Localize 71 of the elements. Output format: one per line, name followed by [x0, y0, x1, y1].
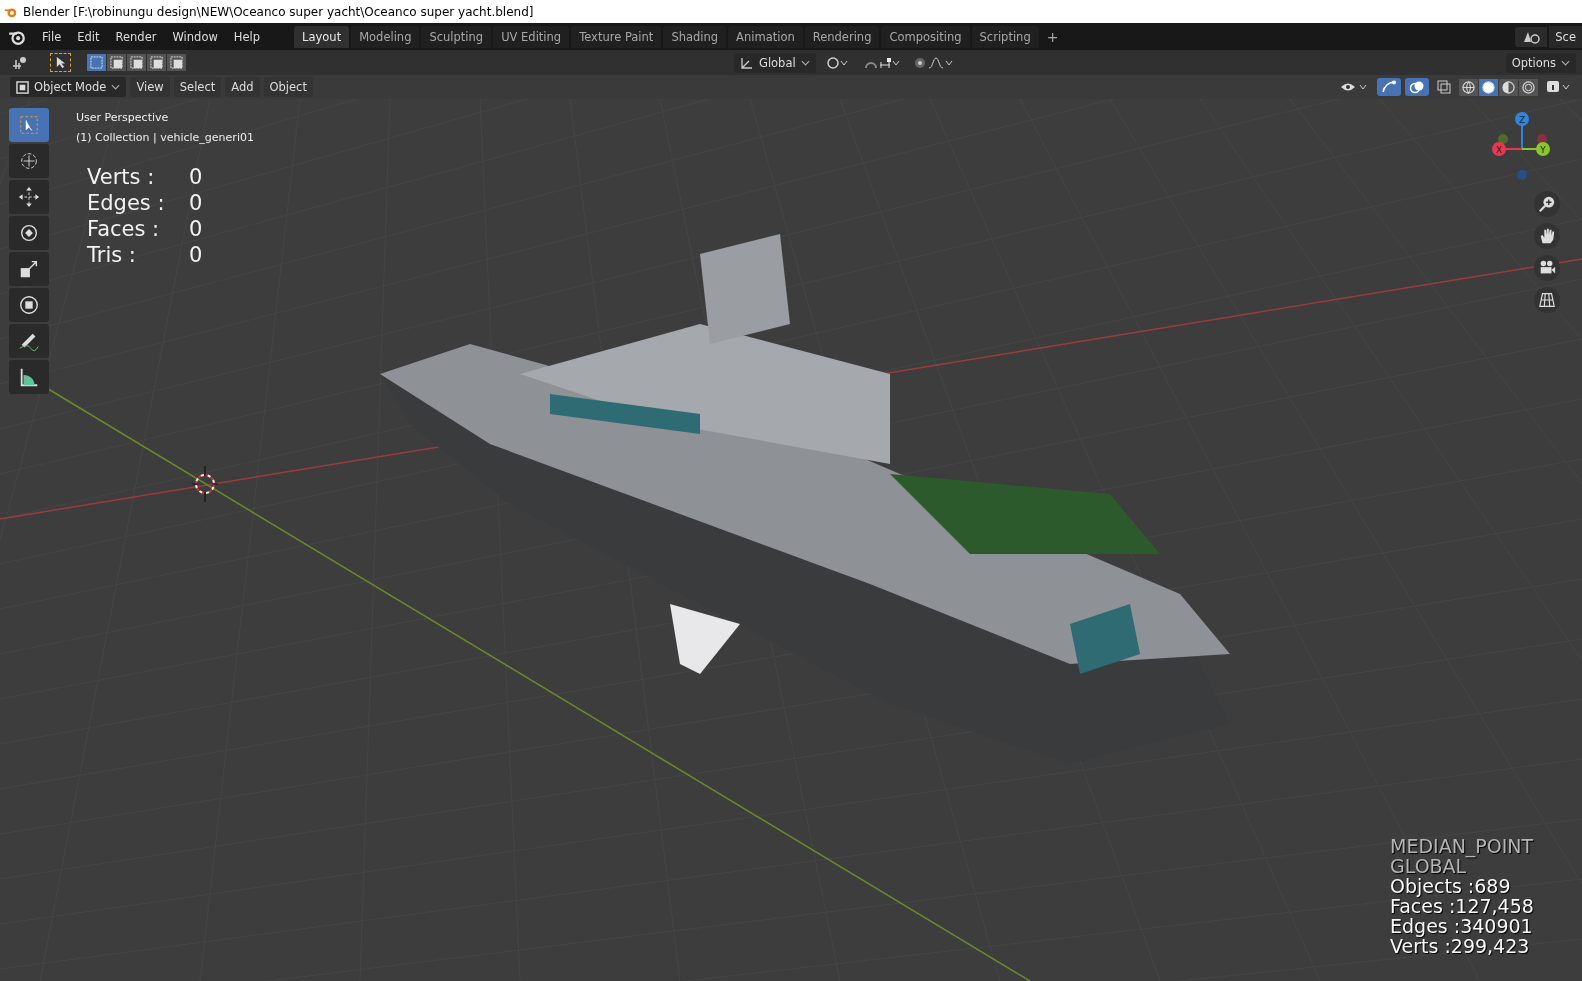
move-icon[interactable] — [9, 180, 49, 214]
workspace-tab[interactable]: Animation — [728, 25, 803, 48]
stat-value: 0 — [189, 216, 204, 242]
wireframe-shading-icon[interactable] — [1459, 78, 1478, 96]
options-dropdown[interactable]: Options — [1505, 52, 1576, 73]
workspace-tab[interactable]: Texture Paint — [571, 25, 662, 48]
menu-item[interactable]: Object — [263, 77, 313, 97]
solid-shading-icon[interactable] — [1479, 78, 1498, 96]
menu-item[interactable]: Select — [173, 77, 222, 97]
rotate-icon[interactable] — [9, 216, 49, 250]
workspace-tab[interactable]: Shading — [663, 25, 727, 48]
menu-item[interactable]: Render — [107, 29, 165, 44]
workspace-tab[interactable]: Sculpting — [421, 25, 492, 48]
window-title: Blender [F:\robinungu design\NEW\Oceanco super yacht\Oceanco super yacht.blend] — [23, 4, 534, 19]
3d-cursor-icon — [190, 464, 220, 504]
stat-label: Faces : — [87, 216, 161, 242]
menu-item[interactable]: Window — [164, 29, 226, 44]
caret-icon — [800, 59, 810, 66]
workspace-tab[interactable]: UV Editing — [493, 25, 570, 48]
zoom-icon[interactable] — [1534, 191, 1560, 217]
orientation-dropdown[interactable]: Global — [733, 52, 816, 73]
menu-item[interactable]: Help — [225, 29, 269, 44]
scene-icon[interactable] — [1515, 26, 1548, 47]
menu-item[interactable]: File — [34, 29, 70, 44]
add-workspace-button[interactable]: + — [1040, 26, 1065, 47]
hand-icon[interactable] — [1534, 223, 1560, 249]
workspace-tab[interactable]: Compositing — [881, 25, 970, 48]
select-tool-icon[interactable] — [50, 53, 71, 72]
stat-value: 0 — [189, 242, 204, 268]
selection-mode-icon[interactable] — [127, 54, 146, 71]
rendered-shading-icon[interactable] — [1519, 78, 1538, 96]
orientation-icon — [739, 55, 754, 70]
cursor-icon[interactable] — [9, 144, 49, 178]
menu-item[interactable]: Add — [225, 77, 260, 97]
annotate-icon[interactable] — [9, 324, 49, 358]
caret-icon — [1561, 59, 1570, 66]
scene-field[interactable]: Sce — [1549, 25, 1582, 48]
transform-icon[interactable] — [9, 288, 49, 322]
menu-item[interactable]: Edit — [69, 29, 108, 44]
navigation-gizmo[interactable]: X Y Z — [1488, 109, 1554, 185]
stat-label: Edges : — [87, 190, 166, 216]
workspace-tab[interactable]: Rendering — [804, 25, 880, 48]
workspace-tab[interactable]: Modeling — [351, 25, 420, 48]
stat-value: 0 — [189, 190, 204, 216]
scene-stat-line: MEDIAN_POINT — [1390, 836, 1534, 856]
scene-stat-line: GLOBAL — [1390, 856, 1467, 876]
scene-stat-line: Edges :340901 — [1390, 916, 1534, 936]
stat-value: 0 — [189, 164, 204, 190]
stat-label: Tris : — [87, 242, 137, 268]
selection-mode-icon[interactable] — [107, 54, 126, 71]
caret-icon — [111, 84, 121, 90]
material-shading-icon[interactable] — [1499, 78, 1518, 96]
view-name: User Perspective — [76, 110, 170, 126]
object-mode-icon — [16, 80, 29, 94]
stat-label: Verts : — [87, 164, 156, 190]
scene-stat-line: Verts :299,423 — [1390, 936, 1531, 956]
scene-stat-line: Faces :127,458 — [1390, 896, 1534, 916]
mode-dropdown[interactable]: Object Mode — [10, 77, 127, 97]
measure-icon[interactable] — [9, 360, 49, 394]
menu-item[interactable]: View — [130, 77, 170, 97]
selection-mode-icon[interactable] — [167, 54, 186, 71]
camera-icon[interactable] — [1534, 255, 1560, 281]
selection-mode-icon[interactable] — [147, 54, 166, 71]
gizmo-toggle-icon[interactable] — [1377, 78, 1401, 96]
scene-stat-line: Objects :689 — [1390, 876, 1512, 896]
active-object-label: (1) Collection | vehicle_generi01 — [76, 130, 254, 146]
grid-view-icon[interactable] — [1534, 287, 1560, 313]
workspace-tab[interactable]: Layout — [294, 25, 350, 48]
scale-icon[interactable] — [9, 252, 49, 286]
overlay-toggle-icon[interactable] — [1405, 78, 1429, 96]
workspace-tab[interactable]: Scripting — [971, 25, 1039, 48]
